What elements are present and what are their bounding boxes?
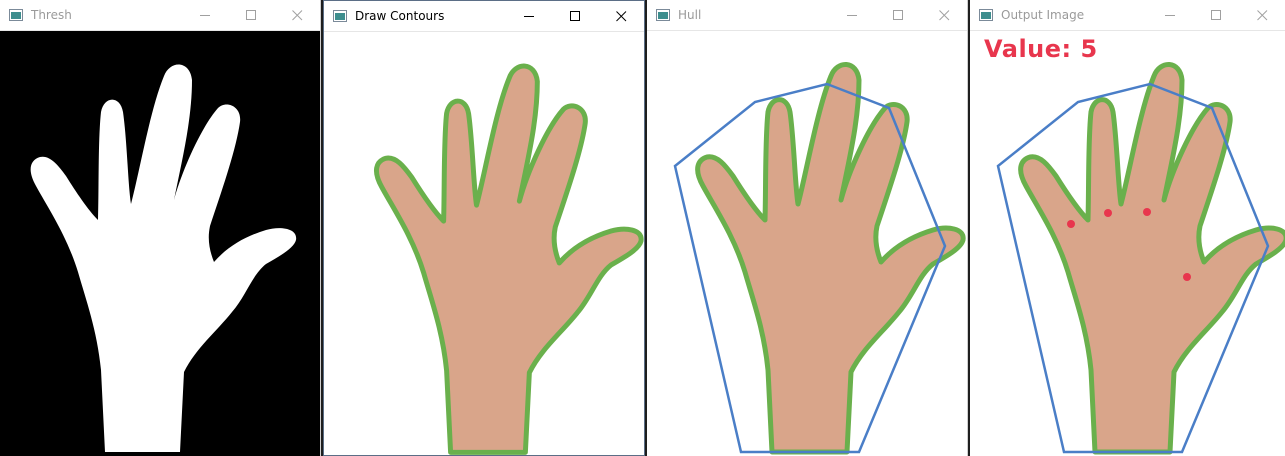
maximize-button[interactable] xyxy=(1193,0,1239,30)
close-icon xyxy=(1256,9,1267,20)
defect-point xyxy=(1143,208,1151,216)
maximize-button[interactable] xyxy=(552,1,598,31)
close-icon xyxy=(291,9,302,20)
maximize-icon xyxy=(1210,9,1221,20)
defect-point xyxy=(1067,220,1075,228)
close-button[interactable] xyxy=(921,0,967,30)
minimize-icon xyxy=(523,15,534,17)
minimize-icon xyxy=(1164,14,1175,16)
app-icon xyxy=(979,9,993,21)
maximize-icon xyxy=(569,10,580,21)
finger-count-label: Value: 5 xyxy=(984,35,1098,63)
maximize-button[interactable] xyxy=(875,0,921,30)
window-title: Draw Contours xyxy=(355,9,445,23)
close-button[interactable] xyxy=(1239,0,1285,30)
minimize-button[interactable] xyxy=(506,1,552,31)
app-icon xyxy=(656,9,670,21)
minimize-icon xyxy=(846,14,857,16)
minimize-button[interactable] xyxy=(182,0,228,30)
defect-point xyxy=(1104,209,1112,217)
window-thresh[interactable]: Thresh xyxy=(0,0,321,456)
titlebar[interactable]: Hull xyxy=(647,0,967,31)
maximize-button[interactable] xyxy=(228,0,274,30)
close-button[interactable] xyxy=(598,1,644,31)
close-icon xyxy=(615,10,626,21)
window-hull[interactable]: Hull xyxy=(647,0,968,456)
maximize-icon xyxy=(892,9,903,20)
close-button[interactable] xyxy=(274,0,320,30)
window-title: Thresh xyxy=(31,8,72,22)
minimize-button[interactable] xyxy=(829,0,875,30)
titlebar[interactable]: Output Image xyxy=(970,0,1285,31)
window-output-image[interactable]: Output Image Value: 5 xyxy=(970,0,1285,456)
app-icon xyxy=(9,9,23,21)
window-title: Output Image xyxy=(1001,8,1085,22)
titlebar[interactable]: Draw Contours xyxy=(324,1,644,32)
minimize-icon xyxy=(199,14,210,16)
close-icon xyxy=(938,9,949,20)
hull-canvas xyxy=(647,31,967,456)
maximize-icon xyxy=(245,9,256,20)
defect-point xyxy=(1183,273,1191,281)
app-icon xyxy=(333,10,347,22)
minimize-button[interactable] xyxy=(1147,0,1193,30)
output-canvas: Value: 5 xyxy=(970,31,1285,456)
contours-canvas xyxy=(324,32,644,455)
window-draw-contours[interactable]: Draw Contours xyxy=(323,0,645,456)
thresh-canvas xyxy=(0,31,320,456)
titlebar[interactable]: Thresh xyxy=(0,0,320,31)
window-title: Hull xyxy=(678,8,702,22)
